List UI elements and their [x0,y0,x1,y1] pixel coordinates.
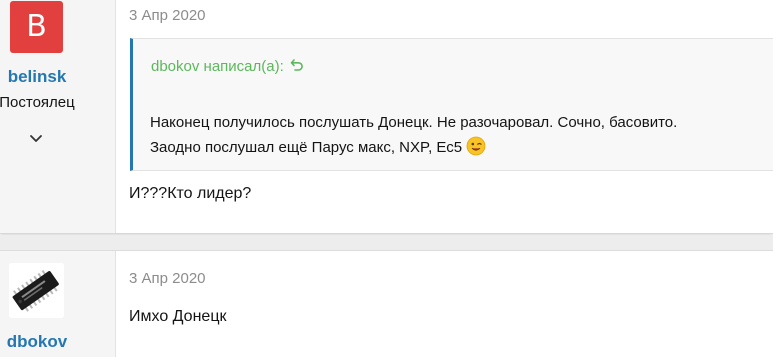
quote-line: Заодно послушал ещё Парус макс, NXP, Ес5 [150,135,677,160]
username-link[interactable]: dbokov [0,332,74,352]
post-dbokov: dbokov 3 Апр 2020 Имхо Донецк [0,250,773,357]
post-date[interactable]: 3 Апр 2020 [129,270,206,287]
avatar[interactable]: B [10,1,63,53]
user-title: Постоялец [0,94,75,111]
quote-author-label[interactable]: dbokov написал(а): [151,58,284,75]
quote-header[interactable]: dbokov написал(а): [151,58,304,75]
avatar[interactable] [9,263,64,318]
post-message: Имхо Донецк [129,308,227,325]
username-link[interactable]: belinsk [0,67,74,87]
quote-block: dbokov написал(а): Наконец получилось по… [130,38,773,171]
quote-line-text: Заодно послушал ещё Парус макс, NXP, Ес5 [150,139,463,156]
post-separator [0,235,773,250]
reply-arrow-icon[interactable] [290,58,304,72]
chevron-down-icon[interactable] [29,132,43,146]
user-pane: B belinsk Постоялец [0,0,116,233]
post-message: И???Кто лидер? [129,185,252,202]
wink-emoji-icon [466,136,486,156]
quote-text: Наконец получилось послушать Донецк. Не … [150,110,677,160]
post-date[interactable]: 3 Апр 2020 [129,7,206,24]
forum-thread: B belinsk Постоялец 3 Апр 2020 dbokov на… [0,0,773,357]
quote-line: Наконец получилось послушать Донецк. Не … [150,114,678,131]
user-pane: dbokov [0,251,116,357]
post-belinsk: B belinsk Постоялец 3 Апр 2020 dbokov на… [0,0,773,234]
